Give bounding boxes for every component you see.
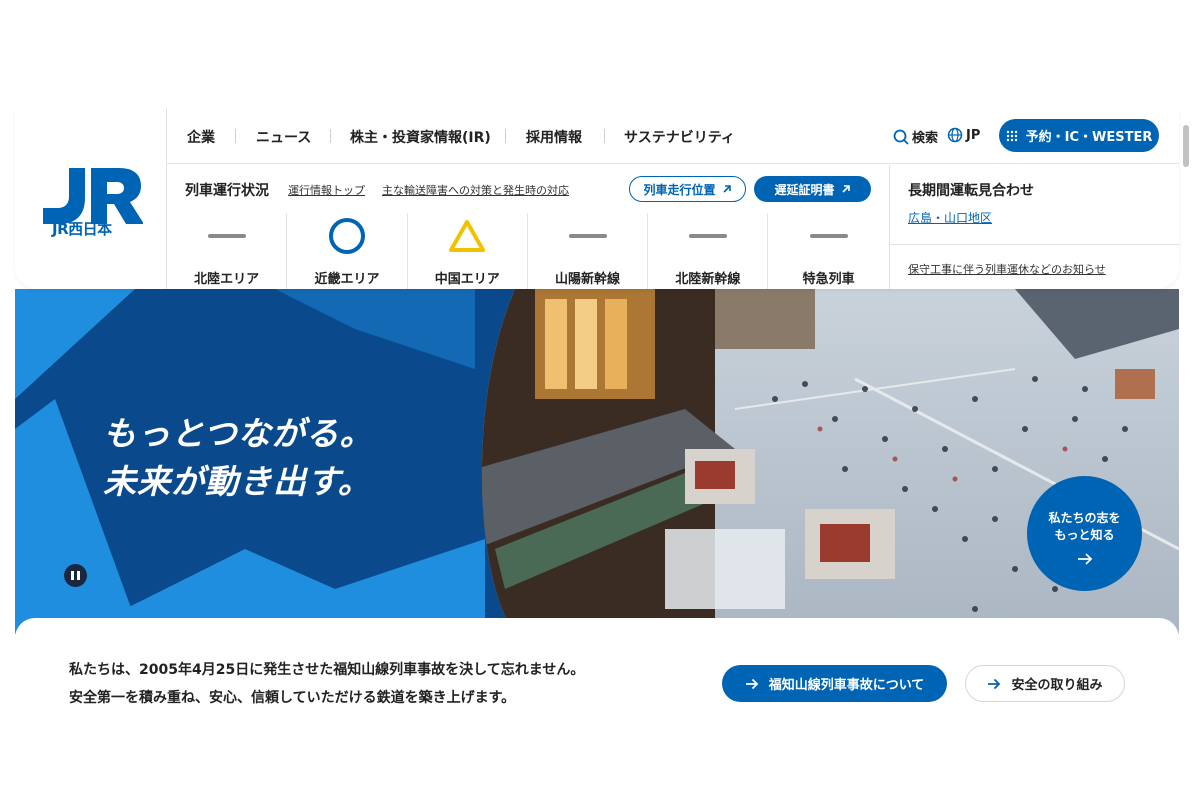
area-label: 中国エリア [434,272,500,287]
train-status-panel: 列車運行状況 運行情報トップ 主な輸送障害への対策と発生時の対応 列車走行位置 … [167,165,889,289]
area-hokuriku-shinkansen[interactable]: 北陸新幹線 [648,213,769,289]
safety-message-line-1: 私たちは、2005年4月25日に発生させた福知山線列車事故を決して忘れません。 [69,662,585,678]
nav-separator [505,129,506,143]
arrow-up-right-icon [841,185,850,193]
train-position-label: 列車走行位置 [643,182,716,197]
mission-line-2: もっと知る [1054,528,1115,542]
train-position-button[interactable]: 列車走行位置 [629,176,746,202]
long-term-title: 長期間運転見合わせ [908,183,1034,199]
language-label: JP [966,127,981,143]
nav-recruit[interactable]: 採用情報 [526,127,582,147]
area-label: 北陸新幹線 [675,272,741,287]
nav-corporate[interactable]: 企業 [187,127,215,147]
mission-button[interactable]: 私たちの志を もっと知る [1027,476,1142,591]
area-label: 北陸エリア [194,272,260,287]
grid-icon [1006,130,1017,141]
area-label: 山陽新幹線 [555,272,621,287]
train-status-title: 列車運行状況 [185,183,269,199]
search-icon [893,129,909,145]
safety-message-line-2: 安全第一を積み重ね、安心、信頼していただける鉄道を築き上げます。 [69,690,516,706]
area-label: 特急列車 [802,272,855,287]
safety-efforts-label: 安全の取り組み [1011,678,1103,693]
top-nav: 企業 ニュース 株主・投資家情報(IR) 採用情報 サステナビリティ 検索 JP… [167,108,1179,164]
dash-icon [207,234,246,238]
hero-banner: もっとつながる。 未来が動き出す。 私たちの志を もっと知る [15,289,1179,634]
nav-news[interactable]: ニュース [256,127,311,147]
page: JR西日本 企業 ニュース 株主・投資家情報(IR) 採用情報 サステナビリティ… [15,108,1180,720]
delay-certificate-label: 遅延証明書 [774,182,835,197]
nav-ir[interactable]: 株主・投資家情報(IR) [350,127,491,147]
area-kinki[interactable]: 近畿エリア [287,213,408,289]
hero-headline: もっとつながる。 未来が動き出す。 [103,410,374,506]
nav-sustainability[interactable]: サステナビリティ [624,127,735,147]
fukuchiyama-accident-button[interactable]: 福知山線列車事故について [722,665,947,702]
area-list: 北陸エリア 近畿エリア 中国エリア 山陽新幹線 北陸新幹線 特急列車 [167,213,889,289]
arrow-up-right-icon [722,185,731,193]
divider [890,244,1180,245]
measures-link[interactable]: 主な輸送障害への対策と発生時の対応 [382,182,569,198]
safety-efforts-button[interactable]: 安全の取り組み [965,665,1125,702]
nav-separator [604,129,605,143]
search-button[interactable]: 検索 [893,127,938,146]
reserve-label: 予約・IC・WESTER [1025,130,1153,145]
hero-line-1: もっとつながる。 [103,414,374,453]
nav-separator [235,129,236,143]
maintenance-notice-link[interactable]: 保守工事に伴う列車運休などのお知らせ [908,261,1106,277]
arrow-right-icon [1077,553,1092,565]
arrow-right-icon [745,678,758,689]
hero-line-2: 未来が動き出す。 [103,462,372,501]
scrollbar[interactable] [1182,108,1190,720]
long-term-suspension-panel: 長期間運転見合わせ 広島・山口地区 保守工事に伴う列車運休などのお知らせ [889,165,1180,289]
pause-button[interactable] [64,564,87,587]
triangle-icon [449,220,486,252]
hiroshima-yamaguchi-link[interactable]: 広島・山口地区 [908,209,992,226]
status-top-link[interactable]: 運行情報トップ [288,182,365,198]
site-header: JR西日本 企業 ニュース 株主・投資家情報(IR) 採用情報 サステナビリティ… [15,108,1180,289]
dash-icon [568,234,607,238]
mission-line-1: 私たちの志を [1048,511,1121,525]
area-limited-express[interactable]: 特急列車 [768,213,888,289]
dash-icon [809,234,848,238]
dash-icon [688,234,727,238]
logo-text: JR西日本 [52,220,112,238]
arrow-right-icon [988,678,1001,689]
fukuchiyama-accident-label: 福知山線列車事故について [768,678,925,693]
scrollbar-thumb[interactable] [1183,125,1189,167]
circle-icon [328,218,365,254]
area-sanyo-shinkansen[interactable]: 山陽新幹線 [528,213,649,289]
logo-link[interactable]: JR西日本 [15,108,166,289]
delay-certificate-button[interactable]: 遅延証明書 [754,176,871,202]
pause-icon [71,571,74,580]
area-label: 近畿エリア [314,272,380,287]
safety-message-card: 私たちは、2005年4月25日に発生させた福知山線列車事故を決して忘れません。 … [15,618,1179,720]
search-label: 検索 [912,131,939,146]
area-chugoku[interactable]: 中国エリア [408,213,528,289]
reserve-button[interactable]: 予約・IC・WESTER [999,119,1159,152]
area-hokuriku[interactable]: 北陸エリア [167,213,288,289]
nav-separator [330,129,331,143]
language-button[interactable]: JP [947,127,980,143]
globe-icon [947,127,963,143]
